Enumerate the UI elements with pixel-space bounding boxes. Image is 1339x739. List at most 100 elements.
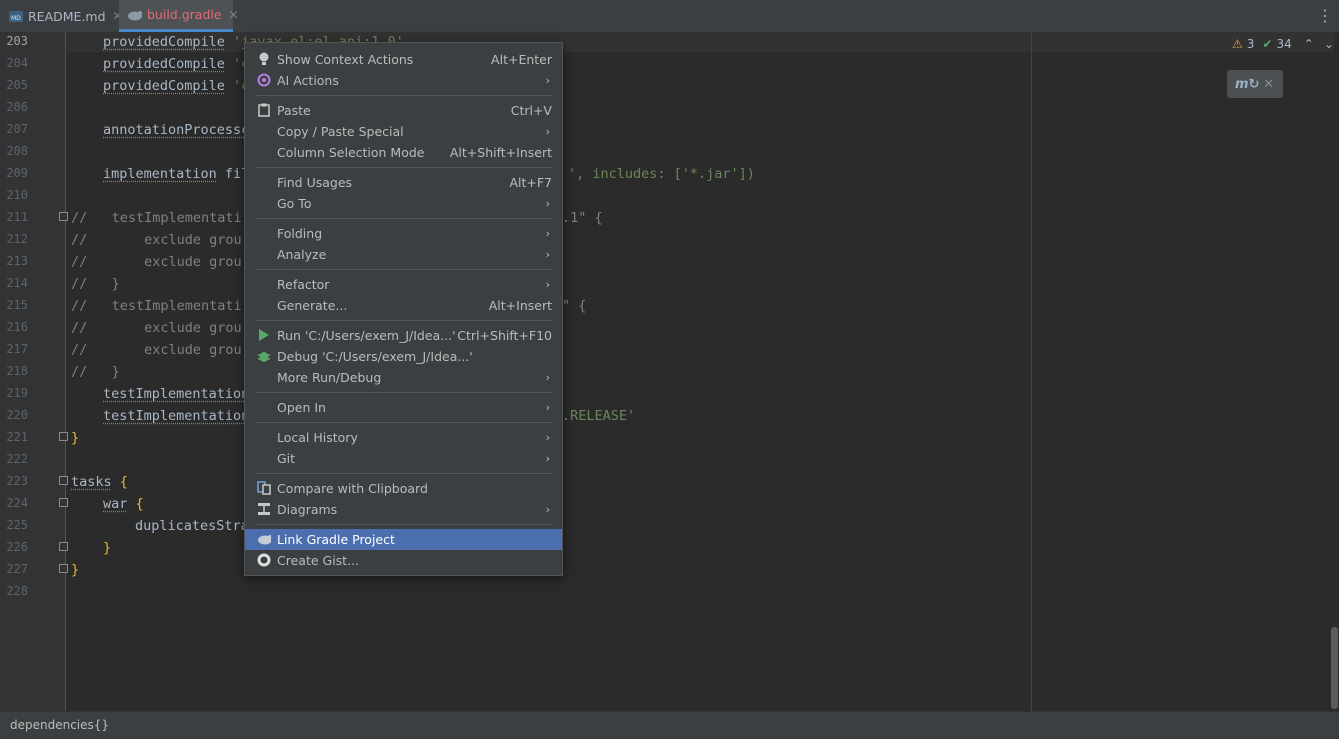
menu-item-find-usages[interactable]: Find Usages Alt+F7 xyxy=(245,172,562,193)
line-number: 210 xyxy=(6,188,28,202)
line-number: 205 xyxy=(6,78,28,92)
code-line: .1" { xyxy=(562,210,603,226)
code-line: annotationProcessc xyxy=(103,122,250,138)
line-number: 212 xyxy=(6,232,28,246)
menu-item-folding[interactable]: Folding › xyxy=(245,223,562,244)
chevron-right-icon: › xyxy=(545,371,550,384)
menu-item-ai-actions[interactable]: AI Actions › xyxy=(245,70,562,91)
code-line: " { xyxy=(562,298,587,314)
code-line: providedCompile 'c xyxy=(103,56,250,72)
code-line: tasks { xyxy=(71,474,128,490)
menu-separator xyxy=(255,524,552,525)
more-options-icon[interactable]: ⋮ xyxy=(1317,8,1333,24)
code-line: // } xyxy=(71,364,120,380)
ok-count: 34 xyxy=(1276,37,1292,51)
gradle-elephant-icon xyxy=(257,532,271,546)
warning-count: 3 xyxy=(1246,37,1255,51)
menu-separator xyxy=(255,167,552,168)
code-line: // testImplementati xyxy=(71,210,242,226)
compare-icon xyxy=(257,481,271,495)
chevron-right-icon: › xyxy=(545,74,550,87)
clipboard-icon xyxy=(257,103,271,117)
tab-build-gradle[interactable]: build.gradle ✕ xyxy=(119,0,239,32)
github-icon xyxy=(257,553,271,567)
line-number: 211 xyxy=(6,210,28,224)
code-line: // } xyxy=(71,276,120,292)
menu-item-compare-with-clipboard[interactable]: Compare with Clipboard xyxy=(245,478,562,499)
inspection-widget[interactable]: ⚠ 3 ✔ 34 ⌃ ⌄ xyxy=(1232,36,1334,52)
editor-tab-bar: MD README.md ✕ build.gradle ✕ ⋮ xyxy=(0,0,1339,33)
line-number: 219 xyxy=(6,386,28,400)
menu-item-create-gist[interactable]: Create Gist... xyxy=(245,550,562,571)
menu-item-git[interactable]: Git › xyxy=(245,448,562,469)
diagram-icon xyxy=(257,502,271,516)
chevron-up-icon[interactable]: ⌃ xyxy=(1304,37,1314,51)
menu-item-local-history[interactable]: Local History › xyxy=(245,427,562,448)
vertical-scrollbar[interactable] xyxy=(1331,627,1338,709)
menu-separator xyxy=(255,422,552,423)
chevron-right-icon: › xyxy=(545,452,550,465)
svg-text:MD: MD xyxy=(11,15,21,22)
line-number: 225 xyxy=(6,518,28,532)
line-number: 204 xyxy=(6,56,28,70)
menu-item-run[interactable]: Run 'C:/Users/exem_J/Idea...' Ctrl+Shift… xyxy=(245,325,562,346)
line-number: 207 xyxy=(6,122,28,136)
close-icon[interactable]: ✕ xyxy=(1263,77,1274,92)
chevron-right-icon: › xyxy=(545,197,550,210)
code-line: providedCompile 'c xyxy=(103,78,250,94)
code-line: // exclude grou xyxy=(71,320,242,336)
chevron-right-icon: › xyxy=(545,278,550,291)
menu-item-column-selection-mode[interactable]: Column Selection Mode Alt+Shift+Insert xyxy=(245,142,562,163)
line-number: 203 xyxy=(6,34,28,48)
right-margin-guide xyxy=(1031,32,1032,711)
line-number: 218 xyxy=(6,364,28,378)
breadcrumb[interactable]: dependencies{} xyxy=(10,718,109,732)
line-number-gutter: 203 204 205 206 207 208 209 210 211 212 … xyxy=(0,32,68,711)
menu-item-copy-paste-special[interactable]: Copy / Paste Special › xyxy=(245,121,562,142)
menu-item-debug[interactable]: Debug 'C:/Users/exem_J/Idea...' xyxy=(245,346,562,367)
code-line: // exclude grou xyxy=(71,254,242,270)
menu-separator xyxy=(255,269,552,270)
menu-item-diagrams[interactable]: Diagrams › xyxy=(245,499,562,520)
line-number: 208 xyxy=(6,144,28,158)
menu-item-refactor[interactable]: Refactor › xyxy=(245,274,562,295)
menu-item-open-in[interactable]: Open In › xyxy=(245,397,562,418)
line-number: 226 xyxy=(6,540,28,554)
status-bar: dependencies{} xyxy=(0,711,1339,739)
code-line: implementation fil xyxy=(103,166,250,182)
chevron-right-icon: › xyxy=(545,503,550,516)
gradle-load-changes-popup[interactable]: m↻ ✕ xyxy=(1227,70,1283,98)
menu-item-go-to[interactable]: Go To › xyxy=(245,193,562,214)
line-number: 217 xyxy=(6,342,28,356)
menu-separator xyxy=(255,218,552,219)
menu-item-show-context-actions[interactable]: Show Context Actions Alt+Enter xyxy=(245,49,562,70)
load-gradle-changes-icon[interactable]: m↻ xyxy=(1235,77,1259,92)
menu-item-link-gradle-project[interactable]: Link Gradle Project xyxy=(245,529,562,550)
warning-icon: ⚠ xyxy=(1232,37,1243,51)
line-number: 228 xyxy=(6,584,28,598)
line-number: 215 xyxy=(6,298,28,312)
chevron-right-icon: › xyxy=(545,431,550,444)
code-line: } xyxy=(71,430,80,446)
run-icon xyxy=(257,328,271,342)
code-line: war { xyxy=(103,496,144,512)
code-line: // testImplementati xyxy=(71,298,242,314)
chevron-down-icon[interactable]: ⌄ xyxy=(1324,37,1334,51)
close-icon[interactable]: ✕ xyxy=(229,8,239,22)
code-line: } xyxy=(71,562,80,578)
menu-item-paste[interactable]: Paste Ctrl+V xyxy=(245,100,562,121)
code-line: duplicatesStra xyxy=(135,518,249,534)
line-number: 222 xyxy=(6,452,28,466)
menu-separator xyxy=(255,95,552,96)
menu-item-generate[interactable]: Generate... Alt+Insert xyxy=(245,295,562,316)
code-line: testImplementation xyxy=(103,386,250,402)
menu-separator xyxy=(255,392,552,393)
tab-readme[interactable]: MD README.md ✕ xyxy=(8,0,123,32)
code-line: // exclude grou xyxy=(71,232,242,248)
chevron-right-icon: › xyxy=(545,248,550,261)
gradle-elephant-icon xyxy=(127,7,143,23)
menu-item-analyze[interactable]: Analyze › xyxy=(245,244,562,265)
bulb-icon xyxy=(257,52,271,66)
code-line: .RELEASE' xyxy=(562,408,636,424)
menu-item-more-run-debug[interactable]: More Run/Debug › xyxy=(245,367,562,388)
